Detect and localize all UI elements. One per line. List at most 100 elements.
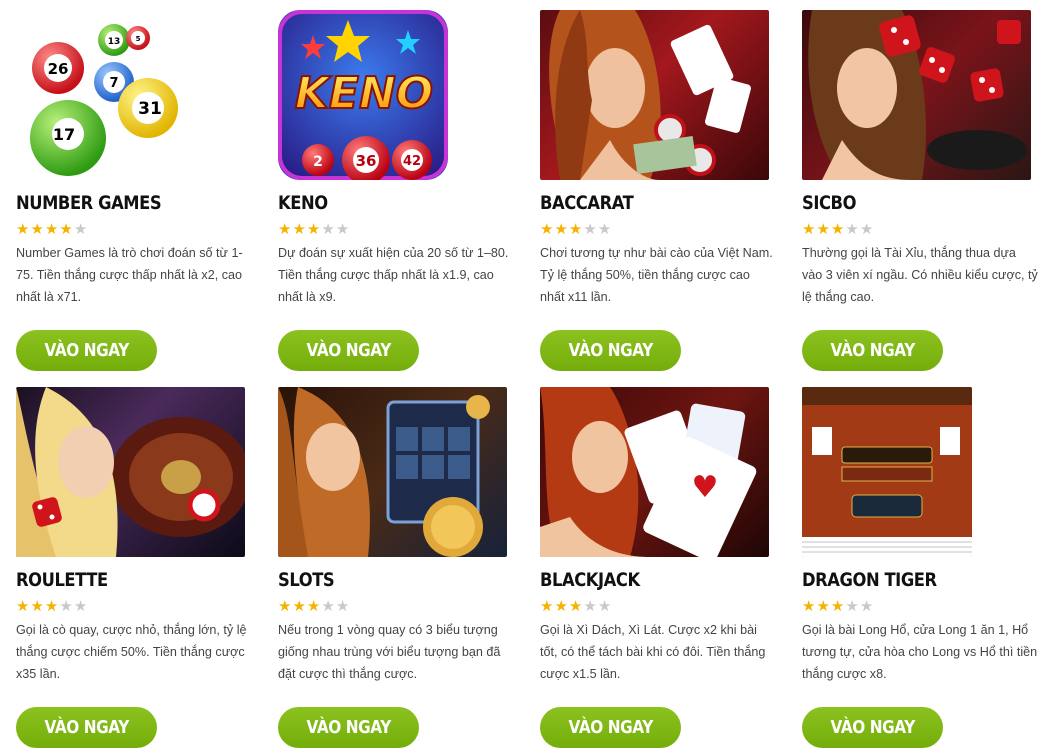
star-empty-icon: ★ xyxy=(73,221,89,238)
star-filled-icon: ★ xyxy=(802,598,817,615)
svg-text:7: 7 xyxy=(109,76,118,91)
star-filled-icon: ★ xyxy=(306,598,322,615)
star-filled-icon: ★ xyxy=(830,221,846,238)
star-empty-icon: ★ xyxy=(73,598,89,615)
star-empty-icon: ★ xyxy=(59,598,74,615)
svg-text:31: 31 xyxy=(138,99,162,119)
game-title: NUMBER GAMES xyxy=(16,192,162,214)
star-rating: ★★★★★ xyxy=(540,599,780,615)
star-rating: ★★★★★ xyxy=(16,222,256,238)
game-card-sicbo: SICBO ★★★★★ Thường gọi là Tài Xỉu, thắng… xyxy=(802,10,1040,371)
star-rating: ★★★★★ xyxy=(16,599,256,615)
star-filled-icon: ★ xyxy=(16,221,31,238)
svg-text:5: 5 xyxy=(136,35,141,43)
game-title: DRAGON TIGER xyxy=(802,569,937,591)
game-description: Thường gọi là Tài Xỉu, thắng thua dựa và… xyxy=(802,246,1038,304)
star-rating: ★★★★★ xyxy=(802,222,1040,238)
star-filled-icon: ★ xyxy=(802,221,817,238)
star-filled-icon: ★ xyxy=(540,598,555,615)
game-description: Gọi là Xì Dách, Xì Lát. Cược x2 khi bài … xyxy=(540,623,766,681)
blackjack-cards-image[interactable]: ♥ xyxy=(540,387,769,557)
play-now-button[interactable]: VÀO NGAY xyxy=(540,707,681,748)
star-filled-icon: ★ xyxy=(292,598,307,615)
svg-text:17: 17 xyxy=(53,125,75,144)
keno-ball-number: 42 xyxy=(403,154,421,169)
keno-ball-number: 36 xyxy=(356,152,377,170)
play-now-button[interactable]: VÀO NGAY xyxy=(540,330,681,371)
star-empty-icon: ★ xyxy=(597,221,613,238)
star-empty-icon: ★ xyxy=(845,221,860,238)
keno-ball-number: 2 xyxy=(313,154,323,170)
game-title: BLACKJACK xyxy=(540,569,640,591)
lottery-balls-image[interactable]: 13 5 26 7 31 17 xyxy=(16,10,186,180)
game-card-roulette: ROULETTE ★★★★★ Gọi là cò quay, cược nhỏ,… xyxy=(16,387,256,748)
play-now-button[interactable]: VÀO NGAY xyxy=(16,707,157,748)
roulette-woman-image[interactable] xyxy=(16,387,245,557)
game-title: SLOTS xyxy=(278,569,335,591)
game-description: Nếu trong 1 vòng quay có 3 biểu tượng gi… xyxy=(278,623,501,681)
star-filled-icon: ★ xyxy=(30,221,45,238)
star-filled-icon: ★ xyxy=(278,598,293,615)
play-now-button[interactable]: VÀO NGAY xyxy=(802,707,943,748)
star-filled-icon: ★ xyxy=(554,598,569,615)
game-title: KENO xyxy=(278,192,328,214)
game-title: SICBO xyxy=(802,192,857,214)
star-filled-icon: ★ xyxy=(830,598,846,615)
dragon-tiger-table-image[interactable] xyxy=(802,387,972,557)
game-card-keno: KENO 2 36 42 KENO ★★★★★ Dự đoán sự xuất … xyxy=(278,10,518,371)
star-empty-icon: ★ xyxy=(335,598,351,615)
play-now-button[interactable]: VÀO NGAY xyxy=(802,330,943,371)
game-description: Gọi là bài Long Hổ, cửa Long 1 ăn 1, Hổ … xyxy=(802,623,1038,681)
star-rating: ★★★★★ xyxy=(278,222,518,238)
baccarat-woman-image[interactable] xyxy=(540,10,769,180)
star-empty-icon: ★ xyxy=(335,221,351,238)
game-title: BACCARAT xyxy=(540,192,634,214)
game-title: ROULETTE xyxy=(16,569,108,591)
game-description: Number Games là trò chơi đoán số từ 1-75… xyxy=(16,246,243,304)
star-filled-icon: ★ xyxy=(44,598,60,615)
game-card-blackjack: ♥ BLACKJACK ★★★★★ Gọi là Xì Dách, Xì Lát… xyxy=(540,387,780,748)
game-description: Dự đoán sự xuất hiện của 20 số từ 1–80. … xyxy=(278,246,509,304)
star-empty-icon: ★ xyxy=(321,221,336,238)
star-empty-icon: ★ xyxy=(859,598,875,615)
star-filled-icon: ★ xyxy=(292,221,307,238)
star-empty-icon: ★ xyxy=(583,598,598,615)
play-now-label: VÀO NGAY xyxy=(44,717,129,738)
keno-logo-image[interactable]: KENO 2 36 42 xyxy=(278,10,448,180)
svg-text:26: 26 xyxy=(48,60,69,78)
star-filled-icon: ★ xyxy=(540,221,555,238)
slots-machine-image[interactable] xyxy=(278,387,507,557)
game-card-number-games: 13 5 26 7 31 17 NUMBER GAMES ★★★★★ Numbe… xyxy=(16,10,256,371)
star-filled-icon: ★ xyxy=(16,598,31,615)
play-now-label: VÀO NGAY xyxy=(568,340,653,361)
play-now-button[interactable]: VÀO NGAY xyxy=(278,330,419,371)
star-filled-icon: ★ xyxy=(816,221,831,238)
keno-logo-text: KENO xyxy=(295,68,433,119)
play-now-label: VÀO NGAY xyxy=(568,717,653,738)
play-now-button[interactable]: VÀO NGAY xyxy=(16,330,157,371)
play-now-label: VÀO NGAY xyxy=(830,340,915,361)
game-description: Chơi tương tự như bài cào của Việt Nam. … xyxy=(540,246,773,304)
game-grid: 13 5 26 7 31 17 NUMBER GAMES ★★★★★ Numbe… xyxy=(0,0,1040,748)
star-filled-icon: ★ xyxy=(568,221,584,238)
play-now-button[interactable]: VÀO NGAY xyxy=(278,707,419,748)
svg-text:13: 13 xyxy=(108,37,121,47)
play-now-label: VÀO NGAY xyxy=(306,717,391,738)
game-card-dragon-tiger: DRAGON TIGER ★★★★★ Gọi là bài Long Hổ, c… xyxy=(802,387,1040,748)
game-card-baccarat: BACCARAT ★★★★★ Chơi tương tự như bài cào… xyxy=(540,10,780,371)
star-rating: ★★★★★ xyxy=(802,599,1040,615)
star-filled-icon: ★ xyxy=(30,598,45,615)
star-empty-icon: ★ xyxy=(597,598,613,615)
star-empty-icon: ★ xyxy=(583,221,598,238)
svg-text:♥: ♥ xyxy=(692,470,719,505)
sicbo-dice-image[interactable] xyxy=(802,10,1031,180)
play-now-label: VÀO NGAY xyxy=(306,340,391,361)
star-empty-icon: ★ xyxy=(321,598,336,615)
star-rating: ★★★★★ xyxy=(278,599,518,615)
star-filled-icon: ★ xyxy=(59,221,74,238)
star-filled-icon: ★ xyxy=(554,221,569,238)
star-filled-icon: ★ xyxy=(44,221,60,238)
star-rating: ★★★★★ xyxy=(540,222,780,238)
play-now-label: VÀO NGAY xyxy=(830,717,915,738)
star-empty-icon: ★ xyxy=(845,598,860,615)
